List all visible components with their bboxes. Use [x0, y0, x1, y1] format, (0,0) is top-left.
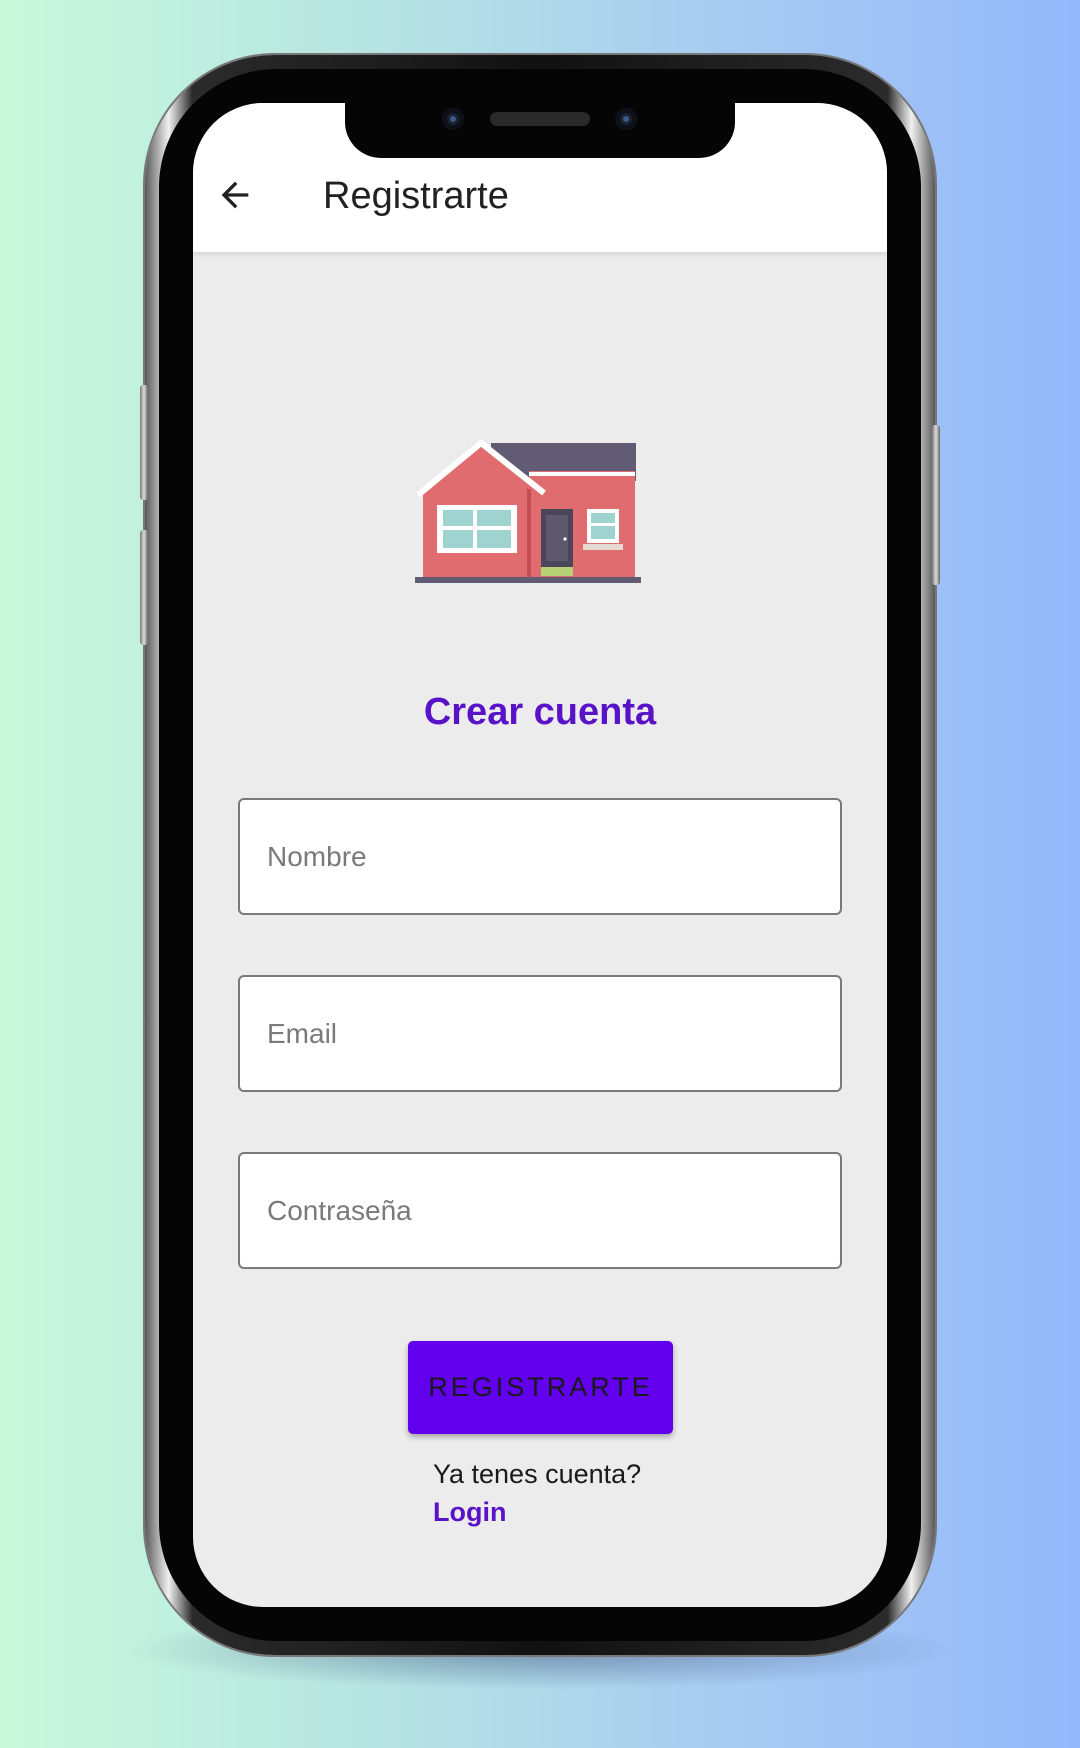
- power-button: [932, 425, 940, 585]
- mute-switch: [140, 385, 148, 500]
- app-screen: Registrarte Crear cuenta REGISTRARTE: [193, 103, 887, 1607]
- login-link[interactable]: Login: [433, 1497, 506, 1528]
- register-button-label: REGISTRARTE: [428, 1372, 653, 1402]
- back-button[interactable]: [215, 175, 255, 215]
- create-account-heading: Crear cuenta: [423, 691, 657, 733]
- house-illustration: [415, 439, 641, 583]
- volume-button: [140, 530, 148, 645]
- name-input[interactable]: [240, 800, 840, 913]
- arrow-left-icon: [221, 181, 249, 209]
- email-field: [238, 975, 842, 1092]
- email-input[interactable]: [240, 977, 840, 1090]
- phone-notch: [345, 98, 735, 158]
- password-field: [238, 1152, 842, 1269]
- sensor-icon: [615, 108, 637, 130]
- register-button[interactable]: REGISTRARTE: [408, 1341, 673, 1434]
- have-account-text: Ya tenes cuenta?: [433, 1459, 642, 1489]
- name-field: [238, 798, 842, 915]
- earpiece-speaker: [490, 112, 590, 126]
- page-title: Registrarte: [323, 175, 509, 217]
- front-camera-icon: [442, 108, 464, 130]
- password-input[interactable]: [240, 1154, 840, 1267]
